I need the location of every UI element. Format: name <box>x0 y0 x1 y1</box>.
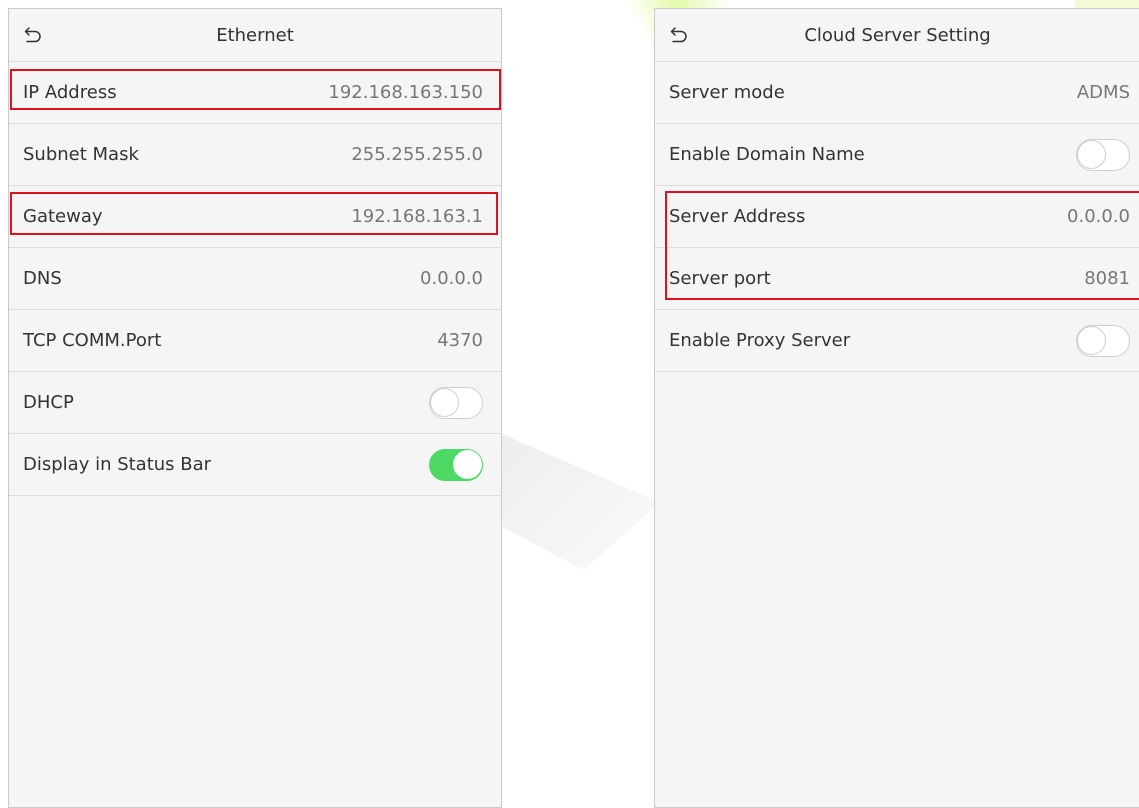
row-subnet-mask[interactable]: Subnet Mask 255.255.255.0 <box>9 124 501 186</box>
row-label: Enable Proxy Server <box>669 330 851 351</box>
row-dns[interactable]: DNS 0.0.0.0 <box>9 248 501 310</box>
row-value: 0.0.0.0 <box>1067 206 1130 227</box>
row-value: 0.0.0.0 <box>420 268 483 289</box>
row-label: IP Address <box>23 82 117 103</box>
row-value: 4370 <box>437 330 483 351</box>
toggle-knob <box>1077 325 1106 355</box>
row-server-port[interactable]: Server port 8081 <box>655 248 1139 310</box>
row-label: DHCP <box>23 392 74 413</box>
row-label: Server port <box>669 268 771 289</box>
row-label: Server mode <box>669 82 785 103</box>
cloud-server-screen: Cloud Server Setting Server mode ADMS En… <box>654 8 1139 808</box>
row-dhcp: DHCP <box>9 372 501 434</box>
cloud-header: Cloud Server Setting <box>655 9 1139 62</box>
row-server-address[interactable]: Server Address 0.0.0.0 <box>655 186 1139 248</box>
page-title: Ethernet <box>216 25 294 46</box>
ethernet-header: Ethernet <box>9 9 501 62</box>
status-bar-toggle[interactable] <box>429 448 483 481</box>
toggle-knob <box>1077 139 1106 169</box>
row-value: 192.168.163.150 <box>328 82 483 103</box>
row-value: 192.168.163.1 <box>351 206 483 227</box>
row-label: Display in Status Bar <box>23 454 212 475</box>
row-label: Enable Domain Name <box>669 144 865 165</box>
row-gateway[interactable]: Gateway 192.168.163.1 <box>9 186 501 248</box>
row-label: Subnet Mask <box>23 144 139 165</box>
dhcp-toggle[interactable] <box>429 386 483 419</box>
row-value: 8081 <box>1084 268 1130 289</box>
toggle-knob <box>453 449 482 479</box>
row-tcp-comm-port[interactable]: TCP COMM.Port 4370 <box>9 310 501 372</box>
row-display-in-status-bar: Display in Status Bar <box>9 434 501 496</box>
row-label: DNS <box>23 268 62 289</box>
row-server-mode[interactable]: Server mode ADMS <box>655 62 1139 124</box>
domain-name-toggle[interactable] <box>1076 138 1130 171</box>
row-value: ADMS <box>1076 82 1130 103</box>
row-label: TCP COMM.Port <box>23 330 162 351</box>
page-title: Cloud Server Setting <box>804 25 991 46</box>
proxy-server-toggle[interactable] <box>1076 324 1130 357</box>
toggle-knob <box>430 387 459 417</box>
row-enable-proxy-server: Enable Proxy Server <box>655 310 1139 372</box>
row-enable-domain-name: Enable Domain Name <box>655 124 1139 186</box>
row-label: Server Address <box>669 206 806 227</box>
row-label: Gateway <box>23 206 103 227</box>
row-ip-address[interactable]: IP Address 192.168.163.150 <box>9 62 501 124</box>
row-value: 255.255.255.0 <box>351 144 483 165</box>
ethernet-screen: Ethernet IP Address 192.168.163.150 Subn… <box>8 8 502 808</box>
